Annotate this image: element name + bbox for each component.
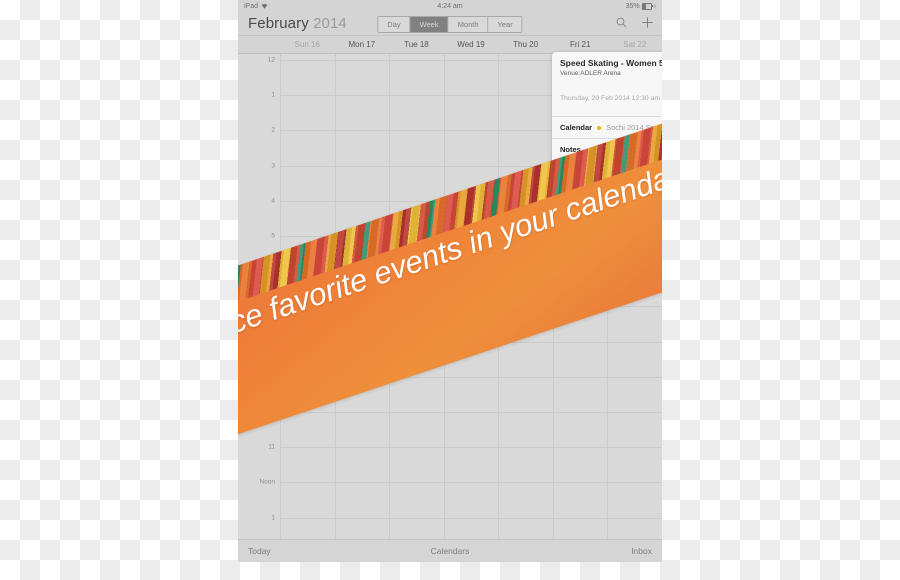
page-root: iPad 4:24 am 35% › February 2014 Day Wee… [0, 0, 900, 580]
hour-grid-line [280, 376, 662, 378]
event-detail-popover[interactable]: Speed Skating - Women 5000 m Venue:ADLER… [552, 52, 662, 171]
title-year: 2014 [313, 15, 347, 32]
status-bar-right: 35% › [625, 2, 656, 10]
tab-day[interactable]: Day [378, 17, 411, 32]
view-segmented-control[interactable]: Day Week Month Year [377, 16, 523, 33]
day-header-sat[interactable]: Sat 22 [607, 36, 662, 53]
time-label: 9 [271, 373, 275, 381]
ipad-screenshot: iPad 4:24 am 35% › February 2014 Day Wee… [238, 0, 662, 562]
hour-grid-line [280, 306, 662, 308]
battery-icon [641, 2, 653, 10]
hour-grid-line [280, 447, 662, 449]
bottom-toolbar: Today Calendars Inbox [238, 539, 662, 562]
time-label: 1 [271, 514, 275, 522]
time-label: Noon [259, 478, 275, 486]
popover-calendar-section[interactable]: Calendar Sochi 2014 Speed Ska... [552, 117, 662, 139]
hour-grid-line [280, 341, 662, 343]
hour-grid-line [280, 200, 662, 202]
day-column-divider [334, 54, 336, 539]
tab-year[interactable]: Year [488, 17, 522, 32]
hour-grid-line [280, 482, 662, 484]
hour-grid-line [280, 412, 662, 413]
popover-notes-section: Notes Speed Skating - Women 5000 m [552, 139, 662, 171]
time-label: 12 [267, 56, 275, 64]
battery-percent: 35% [625, 2, 640, 10]
day-header-wed[interactable]: Wed 19 [444, 36, 499, 53]
status-bar-time: 4:24 am [437, 2, 463, 10]
day-header-tue[interactable]: Tue 18 [389, 36, 444, 53]
time-label: 4 [271, 197, 275, 205]
time-label: 2 [271, 126, 275, 134]
day-column-divider [498, 54, 500, 539]
time-label: 8 [271, 338, 275, 346]
popover-when-section: Thursday, 20 Feb 2014 12:30 am to 2:20 a… [552, 83, 662, 117]
tab-month[interactable]: Month [448, 17, 489, 32]
day-column-divider [389, 54, 391, 539]
plus-icon[interactable] [641, 16, 654, 29]
time-label: 7 [271, 302, 275, 310]
time-label: 5 [271, 232, 275, 240]
time-label: 3 [271, 162, 275, 170]
popover-venue: Venue:ADLER Arena [560, 70, 621, 77]
page-title: February 2014 [248, 15, 347, 32]
popover-calendar-value: Sochi 2014 Speed Ska... [606, 123, 662, 132]
day-column-divider [443, 54, 445, 539]
day-column-divider [280, 54, 281, 539]
time-label: 10 [267, 408, 275, 416]
time-gutter: 12 1 2 3 4 5 6 7 8 9 10 11 Noon 1 [238, 54, 280, 539]
hour-grid-line [280, 236, 662, 237]
calendars-button[interactable]: Calendars [238, 546, 662, 556]
day-header-mon[interactable]: Mon 17 [335, 36, 390, 53]
day-header-thu[interactable]: Thu 20 [498, 36, 553, 53]
location-arrow-icon: › [653, 2, 656, 10]
popover-notes-value: Speed Skating - Women 5000 m [560, 156, 662, 165]
day-header-sun[interactable]: Sun 16 [280, 36, 335, 53]
popover-calendar-label: Calendar [560, 123, 593, 132]
popover-when: Thursday, 20 Feb 2014 12:30 am to 2:20 a… [560, 95, 662, 102]
search-icon[interactable] [616, 17, 627, 28]
popover-notes-label: Notes [560, 145, 581, 154]
calendar-color-dot-icon [597, 125, 602, 130]
time-label: 11 [268, 443, 275, 451]
inbox-button[interactable]: Inbox [621, 546, 662, 556]
hour-grid-line [280, 517, 662, 519]
hour-grid-line [280, 271, 662, 273]
day-header-gutter [238, 36, 280, 53]
nav-bar: February 2014 Day Week Month Year [238, 12, 662, 36]
status-bar: iPad 4:24 am 35% › [238, 0, 662, 12]
day-header-fri[interactable]: Fri 21 [553, 36, 608, 53]
popover-title: Speed Skating - Women 5000 m [560, 58, 662, 68]
popover-calendar-row[interactable]: Calendar Sochi 2014 Speed Ska... [560, 123, 662, 132]
tab-week[interactable]: Week [410, 17, 449, 32]
time-label: 1 [271, 91, 275, 99]
title-month: February [248, 15, 309, 32]
time-label: 6 [271, 267, 275, 275]
popover-header: Speed Skating - Women 5000 m Venue:ADLER… [552, 52, 662, 83]
nav-actions [616, 16, 654, 29]
